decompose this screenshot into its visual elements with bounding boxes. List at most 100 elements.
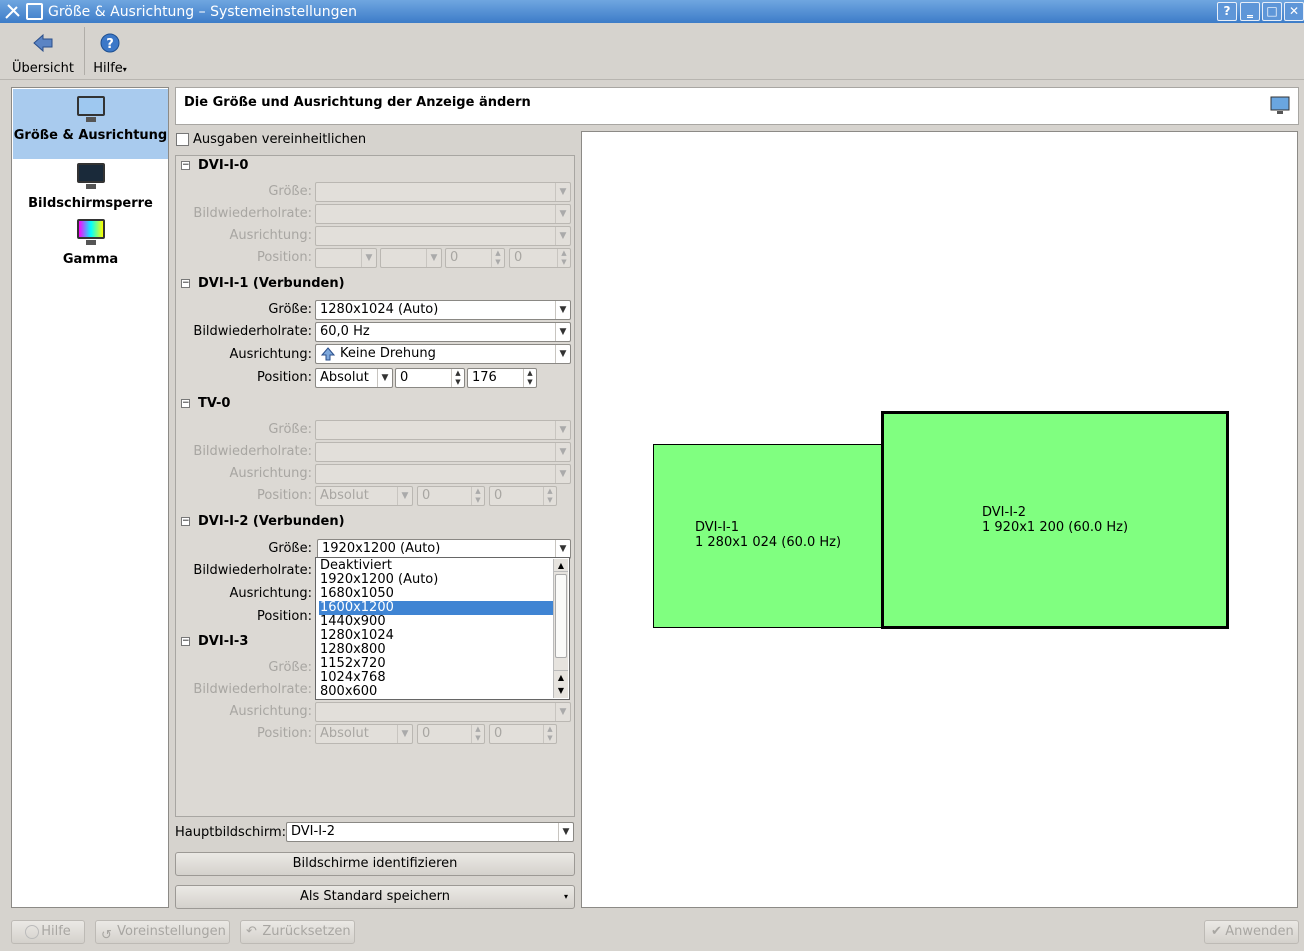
spin-arrows-icon[interactable]: ▲ ▼ (471, 487, 484, 505)
screen-dvi-i-1[interactable]: DVI-I-1 1 280x1 024 (60.0 Hz) (653, 444, 882, 628)
defaults-button[interactable]: ↺ Voreinstellungen (95, 920, 230, 944)
position-y-spinbox[interactable]: 0 ▲ ▼ (509, 248, 571, 268)
position-x-spinbox[interactable]: 0 ▲ ▼ (445, 248, 505, 268)
refresh-select[interactable]: ▼ (315, 204, 571, 224)
dropdown-option[interactable]: 800x600 (319, 685, 553, 699)
chevron-down-icon[interactable]: ▼ (555, 301, 570, 319)
spin-arrows-icon[interactable]: ▲ ▼ (491, 249, 504, 267)
collapse-icon[interactable]: − (181, 161, 190, 170)
position-y-spinbox[interactable]: 0 ▲ ▼ (489, 486, 557, 506)
refresh-select[interactable]: 60,0 Hz ▼ (315, 322, 571, 342)
orientation-select[interactable]: ▼ (315, 464, 571, 484)
position-mode-select[interactable]: Absolut ▼ (315, 486, 413, 506)
spin-arrows-icon[interactable]: ▲ ▼ (451, 369, 464, 387)
help-button-label: Hilfe (41, 924, 71, 939)
size-select[interactable]: ▼ (315, 420, 571, 440)
spin-arrows-icon[interactable]: ▲ ▼ (543, 487, 556, 505)
refresh-select[interactable]: ▼ (315, 442, 571, 462)
chevron-down-icon[interactable]: ▼ (397, 725, 412, 743)
chevron-down-icon[interactable]: ▼ (377, 369, 392, 387)
checkbox-box[interactable] (176, 133, 189, 146)
context-help-button[interactable]: ? (1217, 2, 1237, 21)
size-select[interactable]: 1280x1024 (Auto) ▼ (315, 300, 571, 320)
sidebar-item-size-orientation[interactable]: Größe & Ausrichtung (13, 89, 168, 159)
dropdown-option[interactable]: 1680x1050 (319, 587, 553, 601)
size-select[interactable]: 1920x1200 (Auto) ▼ (317, 539, 571, 559)
dropdown-option[interactable]: 1024x768 (319, 671, 553, 685)
chevron-down-icon[interactable]: ▼ (555, 421, 570, 439)
position-mode-select[interactable]: Absolut ▼ (315, 724, 413, 744)
chevron-down-icon[interactable]: ▼ (426, 249, 441, 267)
help-button[interactable]: Hilfe (11, 920, 85, 944)
dropdown-option-highlighted[interactable]: 1600x1200 (319, 601, 553, 615)
window-menu-icon[interactable] (26, 3, 43, 20)
position-mode-select[interactable]: Absolut ▼ (315, 368, 393, 388)
chevron-down-icon[interactable]: ▼ (555, 540, 570, 558)
reset-button[interactable]: ↶ Zurücksetzen (240, 920, 355, 944)
scrollbar-thumb[interactable] (555, 574, 567, 658)
chevron-down-icon[interactable]: ▼ (361, 249, 376, 267)
spin-arrows-icon[interactable]: ▲ ▼ (557, 249, 570, 267)
refresh-label: Bildwiederholrate: (193, 682, 312, 697)
orientation-select[interactable]: ▼ (315, 226, 571, 246)
screen-dvi-i-2[interactable]: DVI-I-2 1 920x1 200 (60.0 Hz) (881, 411, 1229, 629)
position-relative-select[interactable]: ▼ (380, 248, 442, 268)
dropdown-option[interactable]: 1280x800 (319, 643, 553, 657)
chevron-down-icon[interactable]: ▼ (555, 183, 570, 201)
help-menu-button[interactable]: ? Hilfe▾ (90, 31, 130, 76)
orientation-select[interactable]: Keine Drehung ▼ (315, 344, 571, 364)
position-x-spinbox[interactable]: 0 ▲ ▼ (417, 724, 485, 744)
dropdown-scrollbar[interactable]: ▲ ▲ ▼ (553, 559, 568, 698)
apply-button[interactable]: ✔ Anwenden (1204, 920, 1299, 944)
orientation-select[interactable]: ▼ (315, 702, 571, 722)
scroll-up-arrow-icon[interactable]: ▲ (554, 670, 568, 683)
size-select[interactable]: ▼ (315, 182, 571, 202)
dropdown-option[interactable]: 1280x1024 (319, 629, 553, 643)
position-label: Position: (257, 250, 312, 265)
save-default-button[interactable]: Als Standard speichern ▾ (175, 885, 575, 909)
spin-arrows-icon[interactable]: ▲ ▼ (543, 725, 556, 743)
collapse-icon[interactable]: − (181, 637, 190, 646)
scroll-down-arrow-icon[interactable]: ▼ (554, 684, 568, 697)
collapse-icon[interactable]: − (181, 399, 190, 408)
chevron-down-icon[interactable]: ▼ (558, 823, 573, 841)
dropdown-option[interactable]: Deaktiviert (319, 559, 553, 573)
position-x-spinbox[interactable]: 0 ▲ ▼ (395, 368, 465, 388)
size-dropdown-list[interactable]: Deaktiviert 1920x1200 (Auto) 1680x1050 1… (315, 557, 570, 700)
minimize-button[interactable]: ‗ (1240, 2, 1260, 21)
collapse-icon[interactable]: − (181, 279, 190, 288)
identify-screens-button[interactable]: Bildschirme identifizieren (175, 852, 575, 876)
chevron-down-icon[interactable]: ▼ (555, 323, 570, 341)
apply-button-label: Anwenden (1225, 924, 1294, 939)
chevron-down-icon[interactable]: ▼ (555, 345, 570, 363)
spin-arrows-icon[interactable]: ▲ ▼ (471, 725, 484, 743)
chevron-down-icon[interactable]: ▼ (555, 465, 570, 483)
scroll-up-arrow-icon[interactable]: ▲ (554, 559, 568, 572)
chevron-down-icon[interactable]: ▼ (555, 443, 570, 461)
maximize-button[interactable]: □ (1262, 2, 1282, 21)
primary-screen-select[interactable]: DVI-I-2 ▼ (286, 822, 574, 842)
collapse-icon[interactable]: − (181, 517, 190, 526)
close-button[interactable]: ✕ (1284, 2, 1304, 21)
chevron-down-icon[interactable]: ▼ (555, 205, 570, 223)
overview-button[interactable]: Übersicht (10, 31, 76, 76)
position-label: Position: (257, 488, 312, 503)
dropdown-option[interactable]: 1920x1200 (Auto) (319, 573, 553, 587)
sidebar-item-gamma[interactable]: Gamma (13, 219, 168, 269)
chevron-down-icon[interactable]: ▼ (555, 227, 570, 245)
chevron-down-icon[interactable]: ▼ (555, 703, 570, 721)
unify-outputs-checkbox[interactable]: Ausgaben vereinheitlichen (176, 132, 366, 147)
output-settings-panel: − DVI-I-0 Größe: ▼ Bildwiederholrate: ▼ … (175, 155, 575, 817)
position-x-spinbox[interactable]: 0 ▲ ▼ (417, 486, 485, 506)
chevron-down-icon[interactable]: ▼ (397, 487, 412, 505)
output-header-dvi-i-0: DVI-I-0 (198, 158, 249, 173)
position-mode-select[interactable]: ▼ (315, 248, 377, 268)
screen-layout-canvas[interactable]: DVI-I-1 1 280x1 024 (60.0 Hz) DVI-I-2 1 … (581, 131, 1298, 908)
dropdown-option[interactable]: 1440x900 (319, 615, 553, 629)
position-y-spinbox[interactable]: 176 ▲ ▼ (467, 368, 537, 388)
sidebar-item-screenlock[interactable]: Bildschirmsperre (13, 163, 168, 213)
dropdown-option[interactable]: 1152x720 (319, 657, 553, 671)
position-y-spinbox[interactable]: 0 ▲ ▼ (489, 724, 557, 744)
spin-arrows-icon[interactable]: ▲ ▼ (523, 369, 536, 387)
monitor-icon (76, 96, 106, 124)
